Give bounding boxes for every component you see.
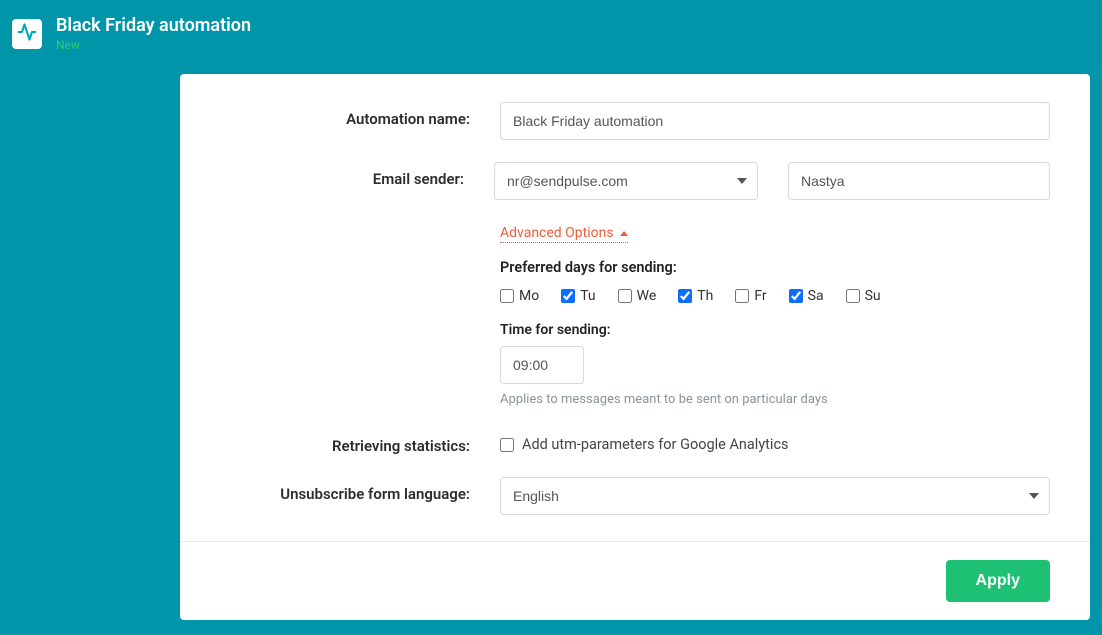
- day-fr[interactable]: Fr: [735, 288, 766, 304]
- day-we-checkbox[interactable]: [618, 289, 632, 303]
- unsubscribe-label: Unsubscribe form language:: [220, 477, 500, 503]
- day-sa[interactable]: Sa: [789, 288, 824, 304]
- day-su[interactable]: Su: [846, 288, 881, 304]
- preferred-days-label: Preferred days for sending:: [500, 259, 1050, 276]
- day-su-checkbox[interactable]: [846, 289, 860, 303]
- day-th[interactable]: Th: [678, 288, 713, 304]
- status-badge: New: [56, 38, 251, 52]
- day-tu-checkbox[interactable]: [561, 289, 575, 303]
- activity-icon: [17, 22, 37, 46]
- unsubscribe-language-select[interactable]: English: [500, 477, 1050, 515]
- caret-up-icon: [620, 231, 628, 236]
- days-row: Mo Tu We Th Fr Sa Su: [500, 288, 1050, 304]
- day-tu[interactable]: Tu: [561, 288, 595, 304]
- sender-name-input[interactable]: [788, 162, 1050, 200]
- email-sender-label: Email sender:: [220, 162, 494, 188]
- time-sending-hint: Applies to messages meant to be sent on …: [500, 392, 1050, 407]
- utm-checkbox[interactable]: [500, 438, 514, 452]
- utm-checkbox-label: Add utm-parameters for Google Analytics: [522, 436, 789, 453]
- time-sending-label: Time for sending:: [500, 322, 1050, 338]
- day-th-checkbox[interactable]: [678, 289, 692, 303]
- apply-button[interactable]: Apply: [946, 560, 1050, 602]
- email-sender-select[interactable]: nr@sendpulse.com: [494, 162, 758, 200]
- automation-logo: [12, 19, 42, 49]
- advanced-options-toggle[interactable]: Advanced Options: [500, 225, 628, 243]
- day-mo[interactable]: Mo: [500, 288, 539, 304]
- day-mo-checkbox[interactable]: [500, 289, 514, 303]
- panel-footer: Apply: [180, 541, 1090, 620]
- page-header: Black Friday automation New: [0, 0, 1102, 52]
- advanced-options-label: Advanced Options: [500, 225, 614, 241]
- day-fr-checkbox[interactable]: [735, 289, 749, 303]
- day-sa-checkbox[interactable]: [789, 289, 803, 303]
- day-we[interactable]: We: [618, 288, 657, 304]
- automation-name-input[interactable]: [500, 102, 1050, 140]
- page-title: Black Friday automation: [56, 15, 251, 36]
- time-sending-input[interactable]: [500, 346, 584, 384]
- utm-checkbox-row[interactable]: Add utm-parameters for Google Analytics: [500, 429, 1050, 453]
- stats-label: Retrieving statistics:: [220, 429, 500, 455]
- settings-panel: Automation name: Email sender: nr@sendpu…: [180, 74, 1090, 620]
- automation-name-label: Automation name:: [220, 102, 500, 128]
